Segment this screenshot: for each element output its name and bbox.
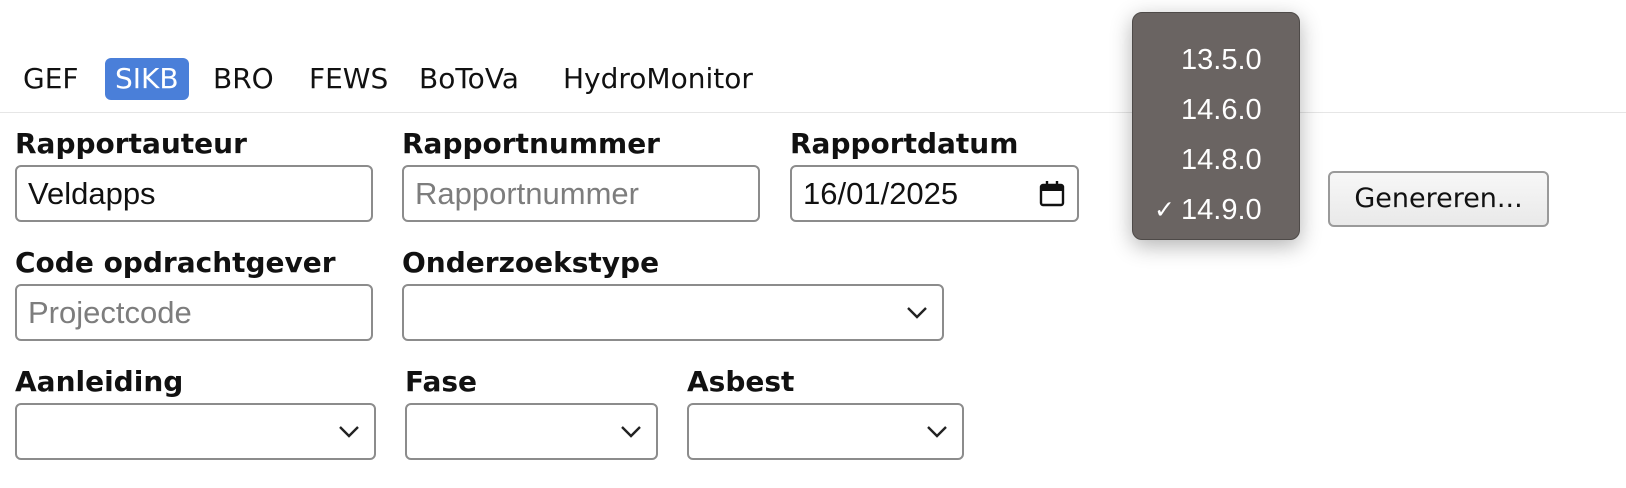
fase-label: Fase (405, 365, 478, 398)
rapportdatum-value: 16/01/2025 (803, 176, 959, 211)
version-option[interactable]: 14.8.0 (1133, 140, 1299, 180)
genereren-button[interactable]: Genereren... (1328, 171, 1549, 227)
rapportauteur-input[interactable]: Veldapps (15, 165, 373, 222)
format-tabs: GEF SIKB BRO FEWS BoToVa HydroMonitor (0, 0, 1626, 113)
code-opdrachtgever-placeholder: Projectcode (28, 295, 192, 330)
tab-gef[interactable]: GEF (23, 58, 79, 100)
asbest-select[interactable] (687, 403, 964, 460)
onderzoekstype-label: Onderzoekstype (402, 246, 660, 279)
version-option[interactable]: 14.6.0 (1133, 90, 1299, 130)
version-dropdown-menu: 13.5.0 14.6.0 14.8.0 ✓ 14.9.0 (1132, 12, 1300, 240)
chevron-down-icon (927, 426, 947, 438)
rapportdatum-input[interactable]: 16/01/2025 (790, 165, 1079, 222)
onderzoekstype-select[interactable] (402, 284, 944, 341)
chevron-down-icon (339, 426, 359, 438)
code-opdrachtgever-input[interactable]: Projectcode (15, 284, 373, 341)
rapportnummer-placeholder: Rapportnummer (415, 176, 639, 211)
version-option-label: 14.9.0 (1181, 194, 1262, 226)
checkmark-icon: ✓ (1154, 196, 1175, 224)
rapportauteur-value: Veldapps (28, 176, 156, 211)
rapportnummer-input[interactable]: Rapportnummer (402, 165, 760, 222)
version-option-label: 13.5.0 (1181, 44, 1262, 76)
version-option-label: 14.8.0 (1181, 144, 1262, 176)
chevron-down-icon (907, 307, 927, 319)
chevron-down-icon (621, 426, 641, 438)
tab-bro[interactable]: BRO (213, 58, 274, 100)
tab-sikb[interactable]: SIKB (105, 58, 189, 100)
rapportauteur-label: Rapportauteur (15, 127, 247, 160)
version-option[interactable]: 13.5.0 (1133, 40, 1299, 80)
tab-fews[interactable]: FEWS (309, 58, 388, 100)
calendar-icon[interactable] (1039, 180, 1065, 208)
asbest-label: Asbest (687, 365, 795, 398)
code-opdrachtgever-label: Code opdrachtgever (15, 246, 336, 279)
aanleiding-select[interactable] (15, 403, 376, 460)
tab-hydromonitor[interactable]: HydroMonitor (563, 58, 753, 100)
version-option-selected[interactable]: ✓ 14.9.0 (1133, 190, 1299, 230)
rapportdatum-label: Rapportdatum (790, 127, 1019, 160)
rapportnummer-label: Rapportnummer (402, 127, 660, 160)
tab-botova[interactable]: BoToVa (419, 58, 519, 100)
aanleiding-label: Aanleiding (15, 365, 184, 398)
version-option-label: 14.6.0 (1181, 94, 1262, 126)
fase-select[interactable] (405, 403, 658, 460)
